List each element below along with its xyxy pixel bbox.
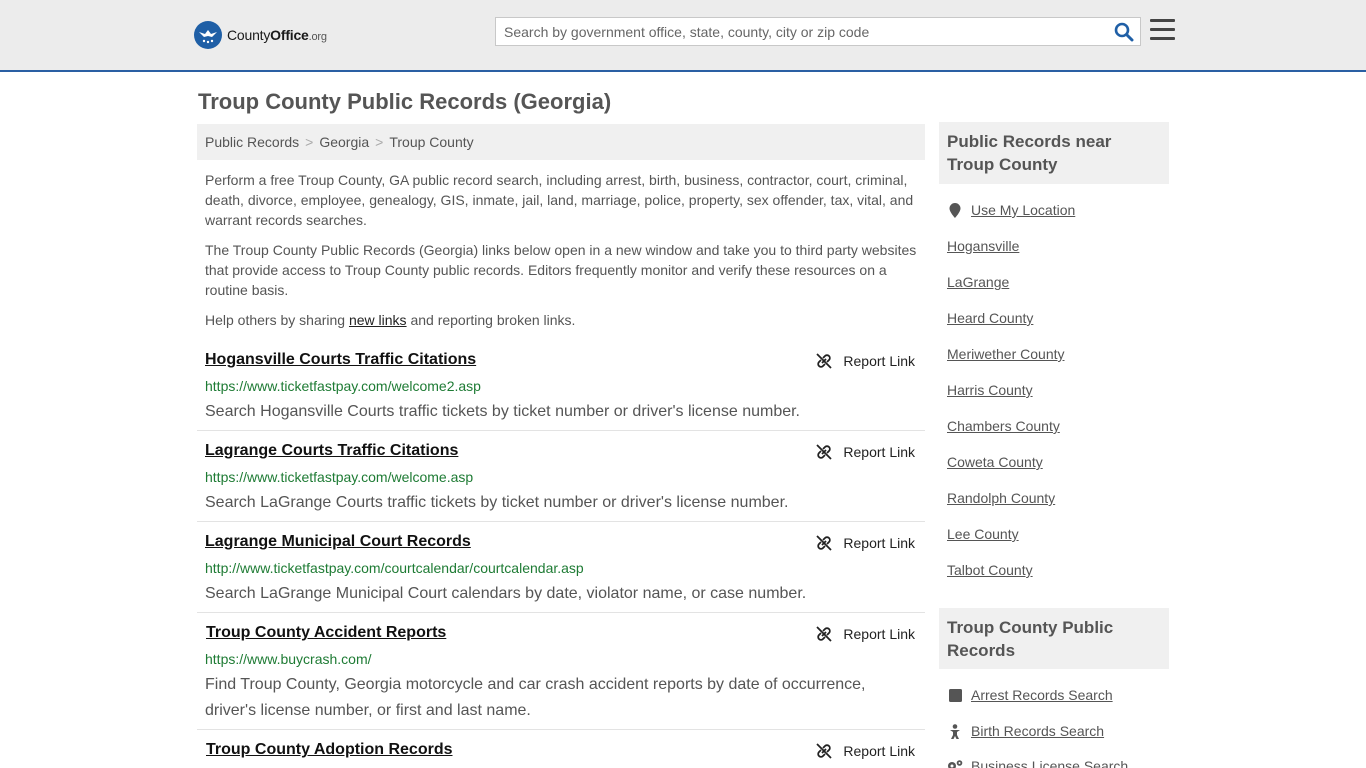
sidebar-record-item: Birth Records Search — [947, 723, 1104, 739]
chevron-right-icon: > — [375, 134, 384, 150]
record-description: Find Troup County, Georgia motorcycle an… — [205, 676, 866, 719]
business-license-search-link[interactable]: Business License Search — [971, 758, 1128, 768]
hamburger-menu-icon[interactable] — [1150, 19, 1175, 41]
broken-link-icon — [816, 535, 833, 551]
breadcrumb-public-records[interactable]: Public Records — [205, 134, 299, 150]
search-icon[interactable] — [1114, 22, 1134, 42]
record-item: Lagrange Courts Traffic Citations Report… — [197, 442, 925, 522]
record-title-link[interactable]: Lagrange Courts Traffic Citations — [205, 442, 458, 460]
sidebar-record-item: Business License Search — [947, 758, 1128, 768]
record-title-link[interactable]: Troup County Accident Reports — [206, 624, 446, 642]
record-item: Hogansville Courts Traffic Citations Rep… — [197, 351, 925, 431]
nearby-link-heard-county[interactable]: Heard County — [947, 310, 1033, 326]
record-url: https://www.ticketfastpay.com/welcome.as… — [205, 469, 474, 485]
use-my-location-link[interactable]: Use My Location — [971, 202, 1075, 218]
nearby-link-lee-county[interactable]: Lee County — [947, 526, 1019, 542]
broken-link-icon — [816, 743, 833, 759]
sidebar-record-item: Arrest Records Search — [947, 687, 1113, 703]
site-header: CountyOffice.org — [0, 0, 1366, 72]
report-link-button[interactable]: Report Link — [816, 353, 915, 369]
record-description: Search Hogansville Courts traffic ticket… — [205, 403, 800, 420]
record-item: Troup County Accident Reports Report Lin… — [197, 624, 925, 730]
search-input[interactable] — [504, 18, 1104, 45]
intro-paragraph-2: The Troup County Public Records (Georgia… — [205, 242, 917, 298]
record-description: Search LaGrange Courts traffic tickets b… — [205, 494, 789, 511]
nearby-link-coweta-county[interactable]: Coweta County — [947, 454, 1043, 470]
broken-link-icon — [816, 626, 833, 642]
gears-icon — [947, 759, 963, 768]
arrest-records-search-link[interactable]: Arrest Records Search — [971, 687, 1113, 703]
nearby-link-hogansville[interactable]: Hogansville — [947, 238, 1019, 254]
record-url: https://www.ticketfastpay.com/welcome2.a… — [205, 378, 481, 394]
nearby-link-talbot-county[interactable]: Talbot County — [947, 562, 1033, 578]
sidebar-records-heading: Troup County Public Records — [939, 608, 1169, 669]
eagle-seal-icon — [194, 21, 222, 49]
breadcrumb-troup-county[interactable]: Troup County — [389, 134, 473, 150]
record-title-link[interactable]: Troup County Adoption Records — [206, 741, 453, 759]
intro-paragraph-1: Perform a free Troup County, GA public r… — [205, 172, 914, 228]
search-bar — [495, 17, 1141, 46]
record-item: Lagrange Municipal Court Records Report … — [197, 533, 925, 613]
use-location-item: Use My Location — [947, 202, 1075, 218]
record-url: https://www.buycrash.com/ — [205, 651, 372, 667]
map-pin-icon — [947, 202, 963, 218]
birth-records-search-link[interactable]: Birth Records Search — [971, 723, 1104, 739]
report-link-button[interactable]: Report Link — [816, 535, 915, 551]
nearby-link-lagrange[interactable]: LaGrange — [947, 274, 1009, 290]
report-link-button[interactable]: Report Link — [816, 444, 915, 460]
broken-link-icon — [816, 353, 833, 369]
broken-link-icon — [816, 444, 833, 460]
logo-text: CountyOffice.org — [227, 27, 327, 43]
arrest-icon — [947, 688, 963, 702]
breadcrumb: Public Records > Georgia > Troup County — [197, 124, 925, 160]
breadcrumb-georgia[interactable]: Georgia — [319, 134, 369, 150]
record-title-link[interactable]: Hogansville Courts Traffic Citations — [205, 351, 476, 369]
report-link-button[interactable]: Report Link — [816, 743, 915, 759]
sidebar-near-heading: Public Records near Troup County — [939, 122, 1169, 184]
nearby-link-harris-county[interactable]: Harris County — [947, 382, 1033, 398]
record-title-link[interactable]: Lagrange Municipal Court Records — [205, 533, 471, 551]
chevron-right-icon: > — [305, 134, 314, 150]
record-description: Search LaGrange Municipal Court calendar… — [205, 585, 807, 602]
record-url: http://www.ticketfastpay.com/courtcalend… — [205, 560, 584, 576]
baby-icon — [947, 723, 963, 739]
site-logo[interactable]: CountyOffice.org — [194, 20, 327, 50]
nearby-link-randolph-county[interactable]: Randolph County — [947, 490, 1055, 506]
new-links-link[interactable]: new links — [349, 312, 407, 328]
record-item: Troup County Adoption Records Report Lin… — [197, 741, 925, 768]
page-title: Troup County Public Records (Georgia) — [198, 89, 612, 114]
nearby-link-meriwether-county[interactable]: Meriwether County — [947, 346, 1065, 362]
report-link-button[interactable]: Report Link — [816, 626, 915, 642]
nearby-link-chambers-county[interactable]: Chambers County — [947, 418, 1060, 434]
intro-paragraph-3: Help others by sharing new links and rep… — [205, 312, 576, 328]
